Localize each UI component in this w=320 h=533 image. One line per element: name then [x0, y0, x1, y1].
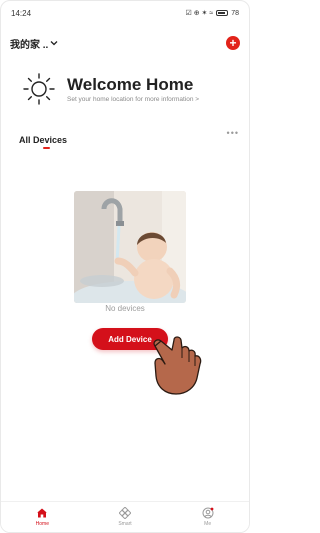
status-icons-group: ☑ ⊕ ✶ ≈	[185, 10, 214, 17]
app-screen: 14:24 ☑ ⊕ ✶ ≈ 78 我的家 .. + Welcome Home S…	[0, 0, 250, 533]
home-switcher[interactable]: 我的家 ..	[10, 36, 58, 51]
status-time: 14:24	[11, 8, 32, 18]
tab-me[interactable]: Me	[178, 507, 238, 527]
chevron-down-icon	[50, 41, 58, 46]
welcome-text: Welcome Home Set your home location for …	[67, 76, 199, 103]
tab-all-devices[interactable]: All Devices	[19, 135, 67, 145]
home-icon	[37, 508, 48, 518]
empty-state-text: No devices	[105, 304, 145, 313]
profile-icon	[202, 507, 214, 519]
active-tab-indicator	[43, 147, 50, 149]
tab-home-label: Home	[35, 521, 49, 527]
sun-icon	[23, 73, 55, 105]
bottom-tab-bar: Home Smart Me	[1, 501, 249, 532]
plus-icon: +	[229, 36, 237, 50]
tab-smart[interactable]: Smart	[95, 507, 155, 527]
status-bar: 14:24 ☑ ⊕ ✶ ≈ 78	[1, 1, 249, 25]
welcome-subtitle[interactable]: Set your home location for more informat…	[67, 96, 199, 103]
home-name: 我的家 ..	[10, 39, 49, 51]
devices-header: All Devices •••	[19, 128, 239, 150]
empty-state-illustration	[74, 191, 186, 303]
home-header: 我的家 .. +	[10, 34, 240, 52]
pointing-hand-icon	[153, 336, 202, 395]
welcome-banner[interactable]: Welcome Home Set your home location for …	[21, 69, 237, 109]
welcome-title: Welcome Home	[67, 74, 194, 94]
more-options-icon[interactable]: •••	[227, 128, 239, 138]
status-icons: ☑ ⊕ ✶ ≈ 78	[185, 9, 239, 18]
battery-level: 78	[231, 9, 239, 17]
tab-home[interactable]: Home	[12, 507, 72, 527]
add-home-button[interactable]: +	[226, 36, 240, 50]
battery-icon	[216, 10, 229, 16]
smart-icon	[118, 507, 131, 519]
tab-me-label: Me	[204, 521, 212, 527]
tab-smart-label: Smart	[118, 521, 132, 527]
